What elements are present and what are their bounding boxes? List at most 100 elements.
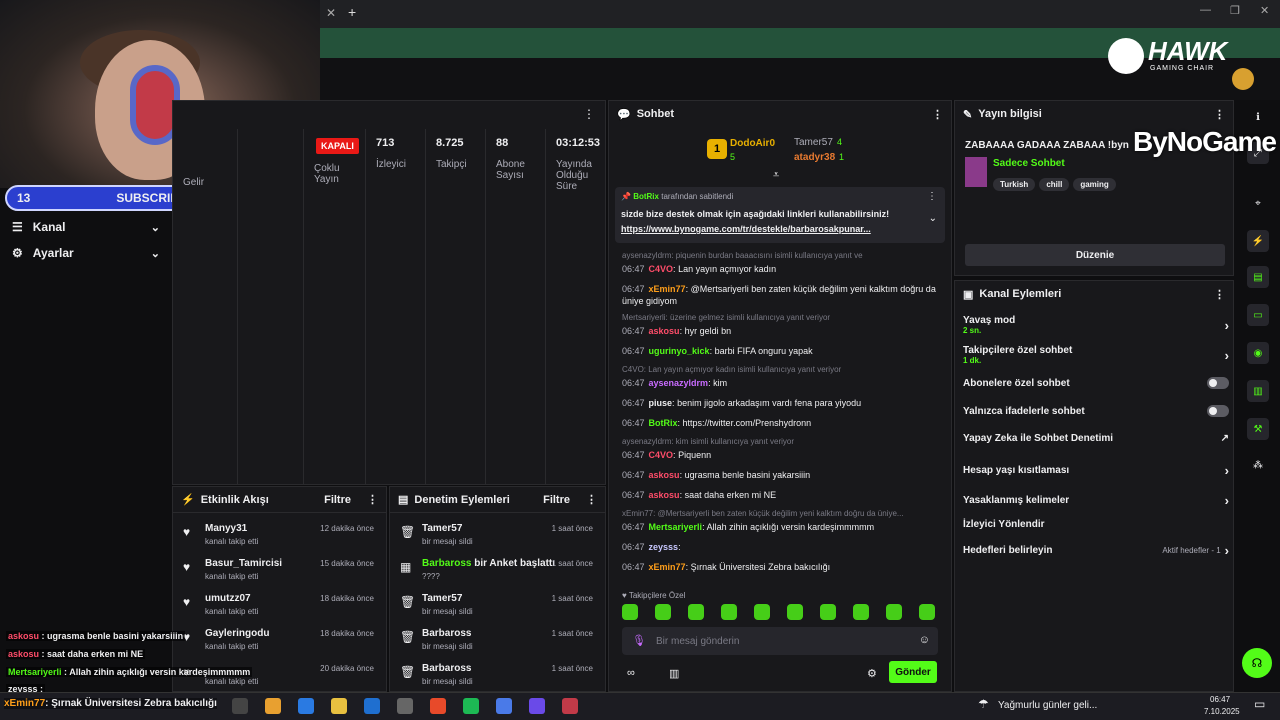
- taskbar-app-icon[interactable]: [232, 698, 248, 714]
- channel-action-row[interactable]: Yapay Zeka ile Sohbet Denetimi ↗: [963, 433, 1229, 444]
- more-icon[interactable]: ⋮: [932, 108, 943, 121]
- activity-item[interactable]: ♥ Manyy31 kanalı takip etti 12 dakika önce: [181, 521, 378, 555]
- activity-item[interactable]: ♥ Gayleringodu kanalı takip etti 18 dakika …: [181, 626, 378, 660]
- apps-icon[interactable]: ⁂: [1247, 454, 1269, 476]
- message-user[interactable]: zeysss: [649, 542, 679, 552]
- restore-icon[interactable]: ❐: [1230, 4, 1240, 17]
- channel-action-row[interactable]: Hedefleri belirleyin Aktif hedefler - 1 ›: [963, 543, 1229, 558]
- taskbar-app-icon[interactable]: [298, 698, 314, 714]
- emote-icon[interactable]: [754, 604, 770, 620]
- weather-text[interactable]: Yağmurlu günler geli...: [998, 700, 1097, 711]
- emote-icon[interactable]: [853, 604, 869, 620]
- chat-message[interactable]: 06:47 xEmin77: Şırnak Üniversitesi Zebra …: [622, 561, 942, 573]
- infinity-icon[interactable]: ∞: [627, 667, 635, 679]
- broadcast-icon[interactable]: ◉: [1247, 342, 1269, 364]
- chat-icon[interactable]: ▭: [1247, 304, 1269, 326]
- activity-item[interactable]: ♥ Basur_Tamircisi kanalı takip etti 15 daki…: [181, 556, 378, 590]
- chat-message[interactable]: 06:47 ugurinyo_kick: barbi FIFA onguru ya…: [622, 345, 942, 357]
- store-icon[interactable]: ▥: [669, 667, 679, 680]
- layout-icon[interactable]: ▥: [1247, 380, 1269, 402]
- chat-message[interactable]: 06:47 xEmin77: @Mertsariyerli ben zaten k…: [622, 283, 942, 307]
- moderation-item[interactable]: ▦ Barbaross bir Anket başlattı???? 1 saat …: [398, 556, 597, 590]
- more-icon[interactable]: ⋮: [367, 493, 378, 506]
- chat-message[interactable]: 06:47 C4VO: Lan yayın açmıyor kadın: [622, 263, 942, 275]
- taskbar-app-icon[interactable]: [265, 698, 281, 714]
- moderation-item[interactable]: 🗑 Barbaross bir mesajı sildi 1 saat önce: [398, 661, 597, 695]
- clock-time[interactable]: 06:47: [1210, 695, 1230, 704]
- minimize-icon[interactable]: —: [1200, 4, 1211, 16]
- taskbar-app-icon[interactable]: [562, 698, 578, 714]
- chat-message[interactable]: 06:47 BotRix: https://twitter.com/Prenshy…: [622, 417, 942, 429]
- taskbar-app-icon[interactable]: [529, 698, 545, 714]
- clock-date[interactable]: 7.10.2025: [1204, 707, 1240, 716]
- toggle-switch[interactable]: [1207, 405, 1229, 417]
- taskbar-app-icon[interactable]: [331, 698, 347, 714]
- message-user[interactable]: xEmin77: [649, 284, 686, 294]
- channel-action-row[interactable]: Hesap yaşı kısıtlaması ›: [963, 463, 1229, 478]
- chat-input[interactable]: 🎙 Bir mesaj gönderin ☺: [622, 627, 938, 655]
- taskbar-app-icon[interactable]: [397, 698, 413, 714]
- focus-icon[interactable]: ⌖: [1247, 192, 1269, 214]
- more-icon[interactable]: ⋮: [1214, 108, 1225, 121]
- chevron-down-icon[interactable]: ⌄: [929, 213, 937, 224]
- wrench-icon[interactable]: ⚒: [1247, 418, 1269, 440]
- moderation-item[interactable]: 🗑 Tamer57 bir mesajı sildi 1 saat önce: [398, 521, 597, 555]
- notification-icon[interactable]: ▭: [1254, 697, 1265, 711]
- new-tab-icon[interactable]: +: [348, 4, 356, 20]
- message-user[interactable]: piuse: [649, 398, 673, 408]
- unpin-icon[interactable]: ⋮: [927, 191, 937, 202]
- tag[interactable]: gaming: [1073, 178, 1116, 191]
- message-user[interactable]: C4VO: [649, 450, 674, 460]
- close-window-icon[interactable]: ✕: [1260, 4, 1269, 17]
- collapse-icon[interactable]: ⩡: [773, 169, 779, 182]
- message-user[interactable]: Mertsariyerli: [649, 522, 703, 532]
- leader-third[interactable]: atadyr38: [794, 152, 835, 163]
- message-user[interactable]: BotRix: [649, 418, 678, 428]
- emote-icon[interactable]: [721, 604, 737, 620]
- taskbar-app-icon[interactable]: [463, 698, 479, 714]
- channel-action-row[interactable]: Abonelere özel sohbet: [963, 377, 1229, 389]
- channel-action-row[interactable]: İzleyici Yönlendir: [963, 519, 1229, 530]
- emote-icon[interactable]: [820, 604, 836, 620]
- more-icon[interactable]: ⋮: [1214, 288, 1225, 301]
- leader-second[interactable]: Tamer57: [794, 137, 833, 148]
- activity-filter-button[interactable]: Filtre: [324, 494, 351, 506]
- emote-icon[interactable]: [622, 604, 638, 620]
- chat-message[interactable]: 06:47 Mertsariyerli: Allah zihin açıklığı…: [622, 521, 942, 533]
- pinned-link[interactable]: https://www.bynogame.com/tr/destekle/bar…: [621, 224, 911, 234]
- chat-message[interactable]: 06:47 zeysss:: [622, 541, 942, 553]
- more-icon[interactable]: ⋮: [583, 107, 595, 121]
- toggle-switch[interactable]: [1207, 377, 1229, 389]
- taskbar-app-icon[interactable]: [364, 698, 380, 714]
- moderation-item[interactable]: 🗑 Barbaross bir mesajı sildi 1 saat önce: [398, 626, 597, 660]
- emoji-icon[interactable]: ☺: [919, 634, 930, 646]
- message-user[interactable]: C4VO: [649, 264, 674, 274]
- message-user[interactable]: askosu: [649, 326, 680, 336]
- send-button[interactable]: Gönder: [889, 661, 937, 683]
- moderation-filter-button[interactable]: Filtre: [543, 494, 570, 506]
- mic-icon[interactable]: 🎙: [632, 634, 646, 647]
- channel-action-row[interactable]: Yasaklanmış kelimeler ›: [963, 493, 1229, 508]
- tag[interactable]: chill: [1039, 178, 1070, 191]
- moderation-item[interactable]: 🗑 Tamer57 bir mesajı sildi 1 saat önce: [398, 591, 597, 625]
- emote-icon[interactable]: [919, 604, 935, 620]
- message-user[interactable]: xEmin77: [649, 562, 686, 572]
- channel-action-row[interactable]: Yavaş mod 2 sn. ›: [963, 315, 1229, 335]
- chat-message[interactable]: 06:47 aysenazyldrm: kim: [622, 377, 942, 389]
- nav-ayarlar[interactable]: ⚙ Ayarlar ⌄: [0, 240, 172, 266]
- nav-kanal[interactable]: ☰ Kanal ⌄: [0, 214, 172, 240]
- emote-icon[interactable]: [655, 604, 671, 620]
- gear-icon[interactable]: ⚙: [867, 667, 877, 680]
- emote-icon[interactable]: [886, 604, 902, 620]
- tag[interactable]: Turkish: [993, 178, 1036, 191]
- chat-message[interactable]: 06:47 askosu: hyr geldi bn: [622, 325, 942, 337]
- message-user[interactable]: askosu: [649, 470, 680, 480]
- support-icon[interactable]: ☊: [1242, 648, 1272, 678]
- more-icon[interactable]: ⋮: [586, 493, 597, 506]
- close-tab-icon[interactable]: ✕: [326, 6, 336, 20]
- document-icon[interactable]: ▤: [1247, 266, 1269, 288]
- channel-action-row[interactable]: Takipçilere özel sohbet 1 dk. ›: [963, 345, 1229, 365]
- chat-message[interactable]: 06:47 C4VO: Piquenn: [622, 449, 942, 461]
- bolt-icon[interactable]: ⚡: [1247, 230, 1269, 252]
- chat-message[interactable]: 06:47 askosu: ugrasma benle basini yakars…: [622, 469, 942, 481]
